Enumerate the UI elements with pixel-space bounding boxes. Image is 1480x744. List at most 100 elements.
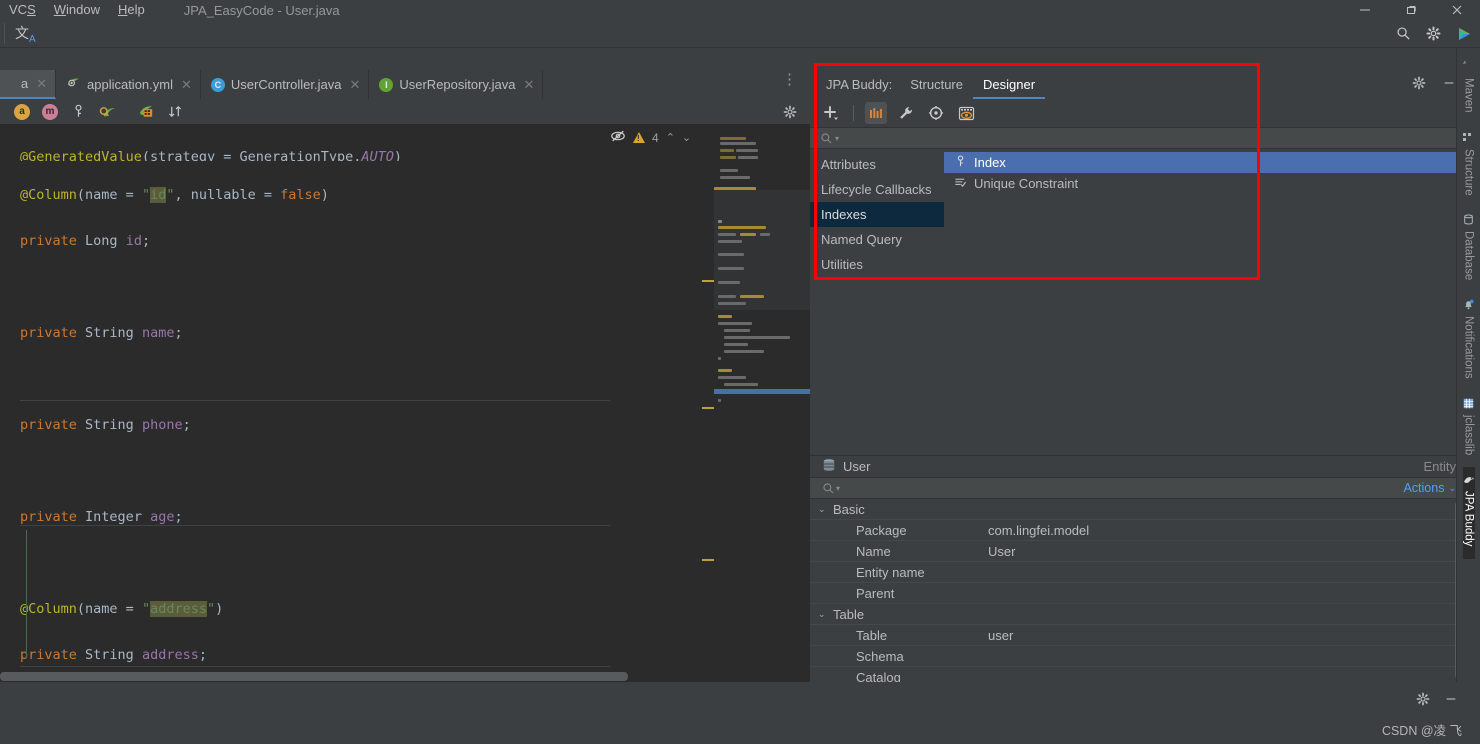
table-row[interactable]: Table user [810, 625, 1466, 646]
menu-window[interactable]: Window [45, 0, 109, 20]
maximize-button[interactable] [1388, 0, 1434, 20]
close-icon[interactable]: ✕ [181, 77, 192, 93]
rail-item-jpa-buddy[interactable]: JPA Buddy [1462, 467, 1475, 559]
window-controls [1342, 0, 1480, 20]
table-row[interactable]: Catalog [810, 667, 1466, 683]
jpa-minimize-icon[interactable] [1442, 76, 1456, 93]
preview-eye-icon[interactable] [955, 102, 977, 124]
rail-item-structure[interactable]: Structure [1463, 125, 1475, 208]
svg-text:m: m [1463, 61, 1466, 67]
group-label: Table [833, 606, 865, 622]
close-button[interactable] [1434, 0, 1480, 20]
jpa-settings-gear-icon[interactable] [1412, 76, 1426, 93]
spring-bean-icon[interactable] [138, 103, 155, 120]
table-row[interactable]: Package com.lingfei.model [810, 520, 1466, 541]
entity-search-field[interactable]: ▾ Actions ⌄ [810, 477, 1466, 499]
translate-icon[interactable]: 文A [15, 23, 36, 45]
category-attributes[interactable]: Attributes [810, 152, 944, 177]
table-row[interactable]: Entity name [810, 562, 1466, 583]
property-group-header[interactable]: ⌄ Basic [810, 499, 1466, 520]
editor-tab-usercontroller[interactable]: C UserController.java ✕ [201, 70, 370, 99]
artifact-a-icon[interactable]: a [14, 103, 30, 120]
minimap-selection [714, 389, 810, 394]
menu-help[interactable]: Help [109, 0, 154, 20]
rail-item-jclasslib[interactable]: jclasslib [1463, 391, 1475, 467]
search-icon[interactable] [1395, 25, 1412, 42]
sort-icon[interactable] [167, 103, 184, 120]
rail-item-maven[interactable]: m Maven [1458, 54, 1474, 125]
tab-structure[interactable]: Structure [900, 70, 973, 99]
rail-label: jclasslib [1462, 415, 1475, 456]
property-key: Schema [856, 648, 904, 664]
category-named-query[interactable]: Named Query [810, 227, 944, 252]
code-editor[interactable]: @GeneratedValue(strategy = GenerationTyp… [0, 125, 810, 670]
property-key: Catalog [856, 669, 901, 683]
main-toolbar: 文A [0, 20, 1480, 48]
property-value[interactable]: User [988, 544, 1015, 559]
settings-gear-icon[interactable] [1425, 25, 1442, 42]
jpa-buddy-search-field[interactable]: ▾ [810, 127, 1466, 149]
table-row[interactable]: Schema [810, 646, 1466, 667]
editor-tab-application-yml[interactable]: application.yml ✕ [56, 70, 201, 99]
jpa-buddy-icon [1463, 474, 1475, 486]
rail-item-database[interactable]: Database [1463, 207, 1475, 292]
spring-search-icon[interactable] [99, 103, 116, 120]
editor-right-gutter: 4 ⌃ ⌄ [610, 125, 715, 670]
chevron-up-icon[interactable]: ⌃ [666, 131, 675, 144]
chevron-down-icon[interactable]: ▾ [835, 134, 839, 143]
status-settings-gear-icon[interactable] [1416, 692, 1430, 711]
editor-tab-userrepository[interactable]: I UserRepository.java ✕ [369, 70, 544, 99]
entity-properties-table[interactable]: ⌄ Basic Package com.lingfei.model Name Us… [810, 499, 1466, 682]
tab-designer[interactable]: Designer [973, 70, 1046, 99]
target-icon[interactable] [925, 102, 947, 124]
property-value[interactable]: com.lingfei.model [988, 523, 1089, 538]
run-anything-icon[interactable] [1455, 25, 1472, 42]
wrench-icon[interactable] [895, 102, 917, 124]
editor-horizontal-scrollbar[interactable] [0, 670, 810, 682]
chevron-down-icon[interactable]: ⌄ [682, 131, 691, 144]
watermark: CSDN @凌 飞 [1381, 724, 1462, 738]
close-icon[interactable]: ✕ [349, 77, 360, 93]
editor-tab-user[interactable]: a ✕ [0, 70, 56, 99]
key-icon[interactable] [70, 103, 87, 120]
rail-item-notifications[interactable]: Notifications [1463, 292, 1475, 391]
property-key: Parent [856, 585, 895, 601]
property-key: Entity name [856, 564, 925, 580]
category-lifecycle-callbacks[interactable]: Lifecycle Callbacks [810, 177, 944, 202]
property-value[interactable]: user [988, 628, 1013, 643]
option-unique-constraint[interactable]: Unique Constraint [944, 173, 1466, 194]
chevron-down-icon[interactable]: ⌄ [818, 609, 827, 620]
bell-icon [1463, 299, 1475, 311]
menu-vcs[interactable]: VCS [0, 0, 45, 20]
code-minimap[interactable] [714, 125, 810, 670]
add-plus-icon[interactable] [820, 102, 842, 124]
scrollbar-thumb[interactable] [0, 672, 628, 681]
editor-settings-gear-icon[interactable] [781, 103, 798, 120]
entity-table-icon [822, 458, 836, 475]
chevron-down-icon[interactable]: ▾ [836, 484, 840, 493]
source-code[interactable]: @GeneratedValue(strategy = GenerationTyp… [0, 125, 714, 670]
designer-category-list: Attributes Lifecycle Callbacks Indexes N… [810, 149, 944, 272]
entity-columns-icon[interactable] [865, 102, 887, 124]
inspection-widget[interactable]: 4 ⌃ ⌄ [610, 129, 691, 146]
table-row[interactable]: Parent [810, 583, 1466, 604]
maven-m-icon[interactable]: m [42, 103, 58, 120]
status-bar-controls [1416, 692, 1458, 711]
entity-actions-button[interactable]: Actions ⌄ [1403, 481, 1456, 495]
chevron-down-icon[interactable]: ⌄ [818, 504, 827, 515]
editor-tab-label: a [20, 76, 29, 91]
entity-type-label: Entity [1423, 459, 1456, 474]
minimize-button[interactable] [1342, 0, 1388, 20]
property-group-header[interactable]: ⌄ Table [810, 604, 1466, 625]
close-icon[interactable]: ✕ [523, 77, 534, 93]
status-minimize-icon[interactable] [1444, 692, 1458, 711]
inspections-off-icon[interactable] [610, 129, 626, 146]
tab-overflow-menu-icon[interactable]: ⋮ [782, 72, 798, 87]
category-indexes[interactable]: Indexes [810, 202, 944, 227]
option-index[interactable]: Index [944, 152, 1466, 173]
table-row[interactable]: Name User [810, 541, 1466, 562]
property-key: Table [856, 627, 888, 643]
option-label: Index [974, 155, 1006, 170]
close-icon[interactable]: ✕ [36, 76, 47, 92]
property-key: Name [856, 543, 891, 559]
